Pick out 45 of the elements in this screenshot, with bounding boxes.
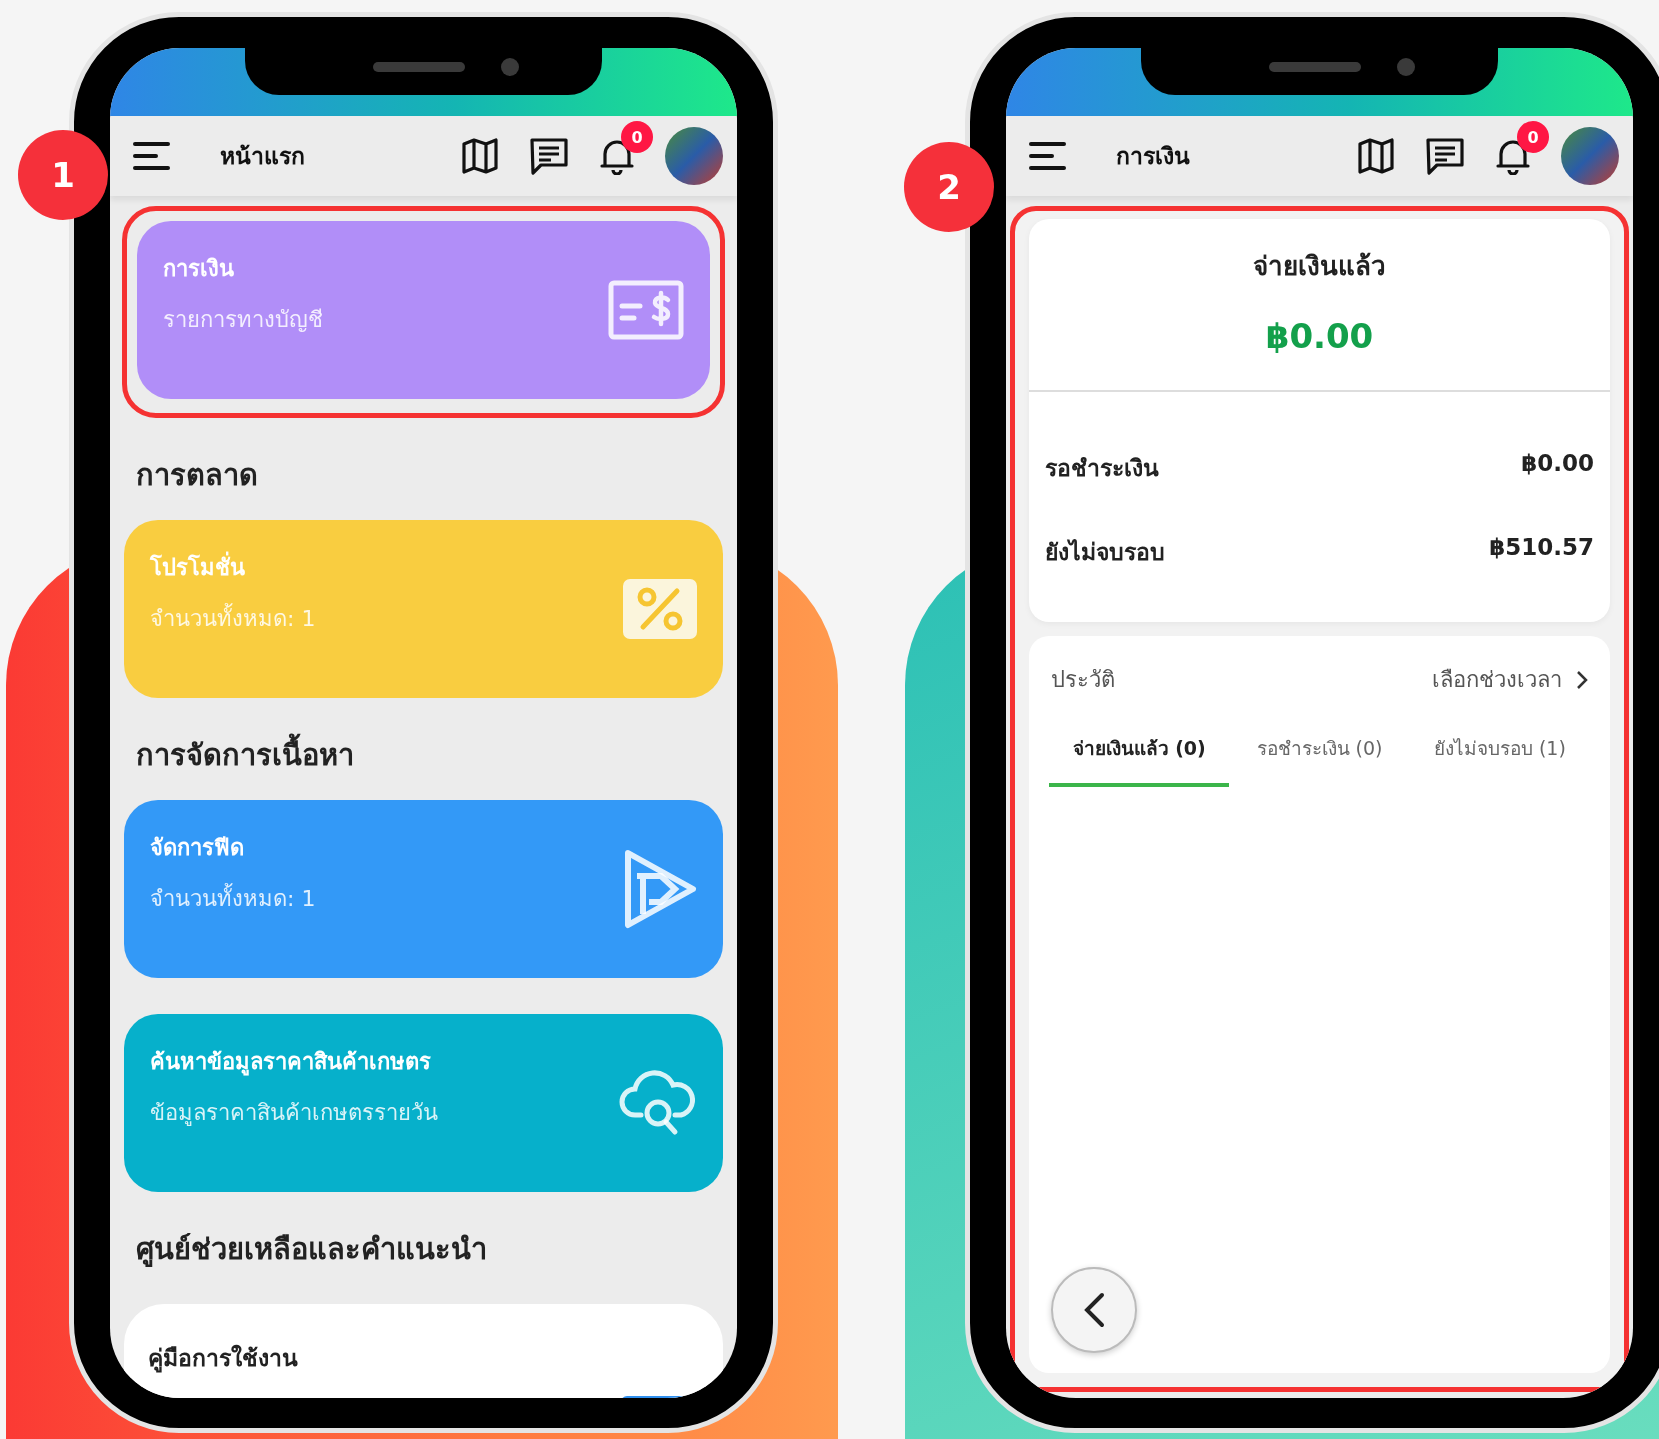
chevron-left-icon bbox=[1083, 1292, 1105, 1328]
step-number: 1 bbox=[18, 130, 108, 220]
receipt-dollar-icon bbox=[608, 280, 684, 340]
menu-icon[interactable] bbox=[1028, 140, 1068, 172]
card-subtitle: จำนวนทั้งหมด: 1 bbox=[150, 881, 623, 916]
row-value: ฿510.57 bbox=[1489, 534, 1594, 562]
row-label: ยังไม่จบรอบ bbox=[1045, 538, 1165, 567]
summary-label: จ่ายเงินแล้ว bbox=[1253, 250, 1386, 283]
chevron-right-icon bbox=[1576, 669, 1588, 690]
cloud-search-icon bbox=[619, 1069, 697, 1137]
card-subtitle: รายการทางบัญชี bbox=[163, 306, 324, 334]
percent-icon bbox=[623, 579, 697, 639]
screen-title: หน้าแรก bbox=[220, 142, 306, 171]
history-tab[interactable]: รอชำระเงิน (0) bbox=[1229, 733, 1410, 787]
avatar[interactable] bbox=[665, 127, 723, 185]
chat-icon[interactable] bbox=[529, 137, 569, 175]
history-tab[interactable]: ยังไม่จบรอบ (1) bbox=[1409, 733, 1590, 787]
play-icon bbox=[623, 848, 697, 930]
guide-card[interactable]: คู่มือการใช้งาน bbox=[124, 1304, 723, 1398]
step-number: 2 bbox=[904, 142, 994, 232]
chat-icon[interactable] bbox=[1425, 137, 1465, 175]
menu-icon[interactable] bbox=[132, 140, 172, 172]
summary-amount: ฿0.00 bbox=[1265, 316, 1374, 356]
section-heading: การจัดการเนื้อหา bbox=[122, 698, 725, 800]
section-heading: การตลาด bbox=[135, 457, 259, 494]
avatar[interactable] bbox=[1561, 127, 1619, 185]
card-title: การเงิน bbox=[163, 255, 235, 283]
history-title: ประวัติ bbox=[1051, 666, 1115, 694]
section-heading: ศูนย์ช่วยเหลือและคำแนะนำ bbox=[135, 1231, 488, 1269]
notification-badge: 0 bbox=[621, 121, 653, 153]
card-title: ค้นหาข้อมูลราคาสินค้าเกษตร bbox=[150, 1048, 432, 1078]
date-range-link[interactable]: เลือกช่วงเวลา bbox=[1432, 662, 1588, 697]
screen-title: การเงิน bbox=[1116, 142, 1191, 171]
notification-badge: 0 bbox=[1517, 121, 1549, 153]
row-value: ฿0.00 bbox=[1521, 450, 1594, 478]
map-icon[interactable] bbox=[461, 138, 499, 174]
row-label: รอชำระเงิน bbox=[1045, 454, 1159, 483]
card-subtitle: ข้อมูลราคาสินค้าเกษตรรายวัน bbox=[150, 1099, 439, 1128]
card-subtitle: จำนวนทั้งหมด: 1 bbox=[150, 601, 623, 636]
map-icon[interactable] bbox=[1357, 138, 1395, 174]
back-button[interactable] bbox=[1051, 1267, 1137, 1353]
card-title: จัดการฟีด bbox=[150, 834, 245, 862]
card-title: คู่มือการใช้งาน bbox=[148, 1345, 298, 1371]
history-tab[interactable]: จ่ายเงินแล้ว (0) bbox=[1049, 733, 1230, 787]
card-title: โปรโมชั่น bbox=[150, 550, 623, 585]
